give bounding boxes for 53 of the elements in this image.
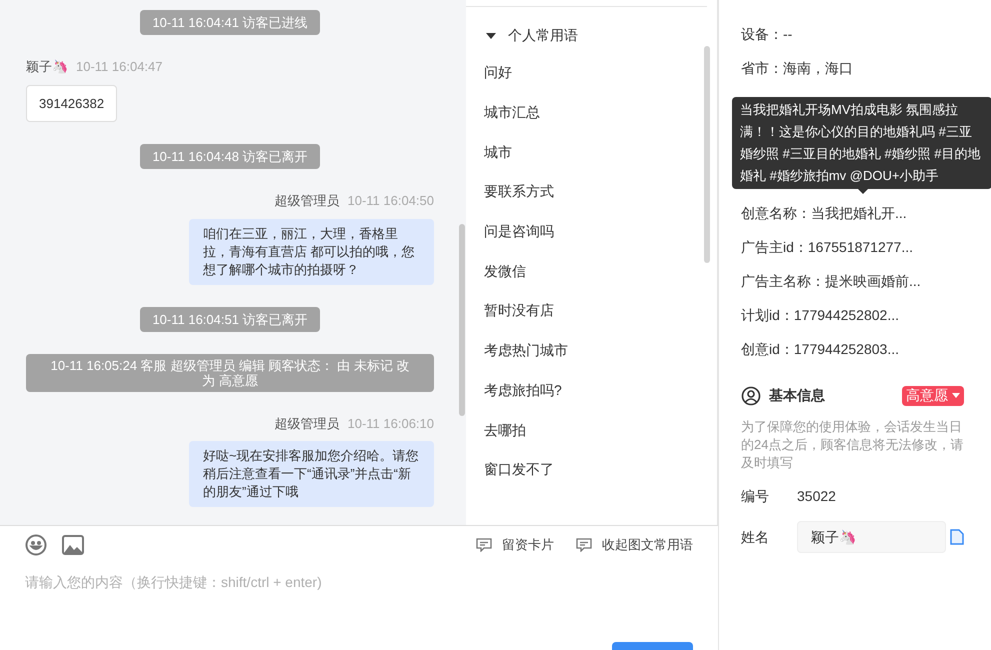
message-icon (476, 538, 492, 552)
system-notice: 10-11 16:04:51 访客已离开 (140, 306, 320, 332)
toolbar-action[interactable]: 收起图文常用语 (576, 535, 693, 555)
field-value: 35022 (797, 487, 836, 506)
tooltip-pointer (858, 189, 868, 194)
info-row-text: 省市：海南，海口 (741, 59, 854, 78)
quick-phrase-item[interactable]: 城市 (466, 132, 717, 172)
notice-text: 为了保障您的使用体验，会话发生当日的24点之后，顾客信息将无法修改，请及时填写 (741, 418, 964, 472)
message-time: 10-11 16:04:47 (76, 58, 162, 76)
message-bubble: 好哒~现在安排客服加您介绍哈。请您稍后注意查看一下“通讯录”并点击“新的朋友”通过下哦 (189, 441, 434, 507)
copy-icon[interactable] (950, 529, 964, 545)
field-label: 编号 (741, 487, 770, 506)
info-row-text: 计划id：177944252802... (741, 306, 900, 325)
info-row-text: 广告主id：167551871277... (741, 238, 914, 257)
quick-phrase-item[interactable]: 窗口发不了 (466, 450, 717, 490)
quick-phrase-item[interactable]: 发微信 (466, 251, 717, 292)
phrase-group-toggle[interactable]: 个人常用语 (466, 25, 578, 46)
quick-phrase-item[interactable]: 考虑热门城市 (466, 330, 717, 370)
system-notice: 10-11 16:04:48 访客已离开 (140, 144, 320, 169)
quick-phrase-item[interactable]: 要联系方式 (466, 172, 717, 212)
quick-phrase-item[interactable]: 问好 (466, 53, 717, 93)
quick-phrase-item[interactable]: 考虑旅拍吗? (466, 370, 717, 410)
info-row-text: 广告主名称：提米映画婚前... (741, 272, 922, 291)
message-bubble: 391426382 (26, 84, 118, 122)
message-icon (576, 538, 592, 552)
caret-icon (952, 393, 960, 398)
system-notice: 10-11 16:05:24 客服 超级管理员 编辑 顾客状态： 由 未标记 改为 高意愿 (26, 354, 434, 392)
tooltip: 当我把婚礼开场MV拍成电影 氛围感拉满！！这是你心仪的目的地婚礼吗 #三亚婚纱照 #三亚目的地婚礼 #婚纱照 #目的地婚礼 #婚纱旅拍mv @DOU+小助手 (732, 97, 991, 189)
quick-phrase-item[interactable]: 城市汇总 (466, 92, 717, 132)
quick-phrase-item[interactable]: 去哪拍 (466, 410, 717, 450)
image-icon[interactable] (62, 535, 84, 555)
user-icon (741, 386, 761, 406)
toolbar-action[interactable]: 留资卡片 (476, 535, 554, 555)
sender-name: 超级管理员 (274, 192, 340, 210)
message-time: 10-11 16:06:10 (348, 414, 434, 432)
message-input[interactable]: 请输入您的内容（换行快捷键：shift/ctrl + enter) (25, 572, 625, 593)
status-dropdown[interactable]: 高意愿 (902, 386, 964, 406)
info-row-text: 创意名称：当我把婚礼开... (741, 204, 908, 223)
scrollbar[interactable] (704, 46, 710, 263)
quick-phrase-item[interactable]: 问是咨询吗 (466, 212, 717, 252)
info-row-text: 创意id：177944252803... (741, 340, 900, 359)
sender-name: 超级管理员 (274, 414, 340, 432)
info-row-text: 设备：-- (741, 25, 794, 44)
sender-name: 颖子🦄 (26, 58, 68, 76)
emoji-icon[interactable] (25, 534, 47, 556)
field-label: 姓名 (741, 528, 770, 546)
message-bubble: 咱们在三亚，丽江，大理，香格里拉，青海有直营店 都可以拍的哦，您想了解哪个城市的拍摄呀？ (189, 218, 434, 284)
section-title: 基本信息 (769, 386, 825, 405)
scrollbar[interactable] (459, 224, 465, 416)
quick-phrase-item[interactable]: 暂时没有店 (466, 291, 717, 331)
message-time: 10-11 16:04:50 (348, 192, 434, 210)
system-notice: 10-11 16:04:41 访客已进线 (140, 10, 320, 35)
name-field[interactable]: 颖子🦄 (797, 521, 946, 553)
